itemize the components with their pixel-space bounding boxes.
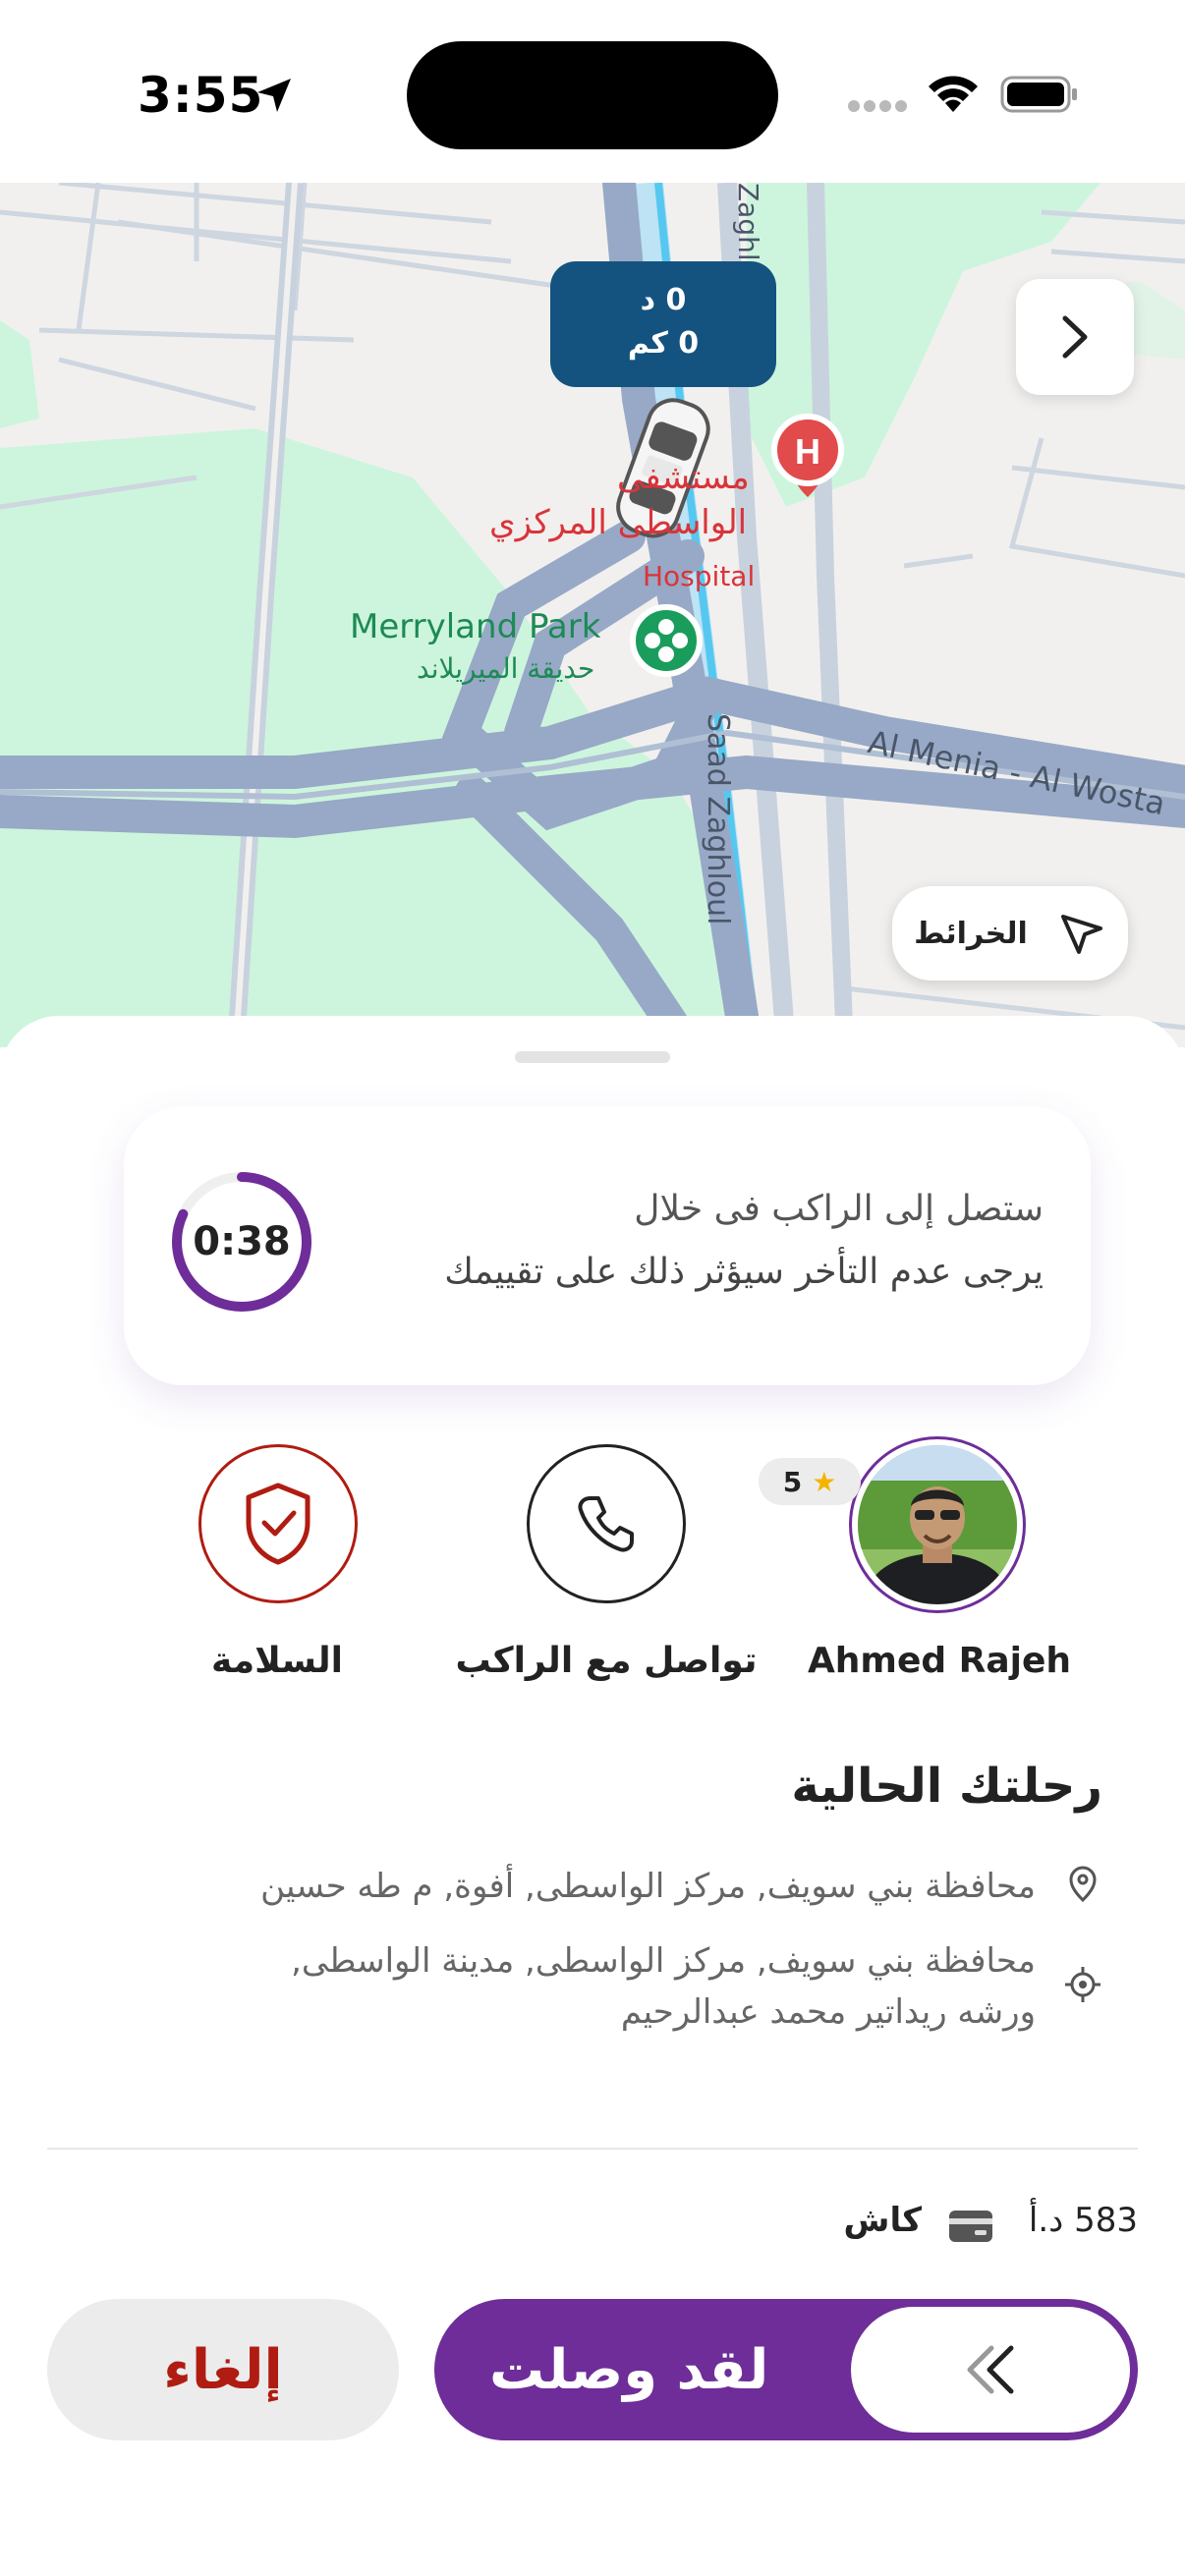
- map-view[interactable]: H مستشفى الواسطى المركزي Hospital Merryl…: [0, 183, 1185, 1047]
- pickup-pin-icon: [1069, 1866, 1097, 1903]
- section-divider: [47, 2148, 1138, 2150]
- eta-bubble: 0 د 0 كم: [550, 261, 776, 387]
- payment-card-icon: [949, 2211, 992, 2242]
- eta-distance: 0 كم: [627, 326, 700, 361]
- map-label-street-saad: Saad Zaghloul: [701, 713, 735, 925]
- sheet-drag-handle[interactable]: [515, 1051, 670, 1063]
- safety-button[interactable]: [198, 1444, 358, 1603]
- rider-rating: 5: [782, 1465, 803, 1498]
- map-label-hospital-en: Hospital: [643, 560, 756, 592]
- trip-price: 583 د.أ: [1028, 2201, 1138, 2240]
- dropoff-address-line1: محافظة بني سويف, مركز الواسطى, مدينة الو…: [291, 1941, 1036, 1981]
- chevron-right-icon: [1062, 315, 1088, 359]
- rider-rating-badge: 5 ★: [759, 1458, 861, 1505]
- dynamic-island: [407, 41, 778, 149]
- dropoff-address-line2: ورشه ريداتير محمد عبدالرحيم: [620, 1992, 1036, 2032]
- contact-rider-button[interactable]: [527, 1444, 686, 1603]
- eta-minutes: 0 د: [640, 283, 687, 317]
- map-next-button[interactable]: [1016, 279, 1134, 395]
- star-icon: ★: [812, 1465, 837, 1498]
- wifi-icon: [929, 76, 978, 112]
- map-label-hospital-ar-2: الواسطى المركزي: [489, 503, 748, 542]
- shield-check-icon: [246, 1483, 310, 1565]
- rider-avatar[interactable]: [849, 1436, 1026, 1613]
- location-arrow-icon: [257, 79, 291, 112]
- navigation-arrow-icon: [1060, 915, 1102, 954]
- countdown-text: 0:38: [193, 1219, 291, 1264]
- rider-photo: [858, 1445, 1017, 1604]
- status-time: 3:55: [138, 67, 264, 124]
- map-label-park-ar: حديقة الميريلاند: [417, 652, 595, 685]
- arrived-slider[interactable]: لقد وصلت: [434, 2299, 1138, 2440]
- maps-button-label: الخرائط: [914, 916, 1028, 951]
- svg-text:H: H: [795, 431, 820, 472]
- map-label-park-en: Merryland Park: [350, 607, 601, 646]
- current-trip-title: رحلتك الحالية: [791, 1759, 1102, 1814]
- double-chevron-left-icon: [967, 2345, 1014, 2394]
- arrived-label: لقد وصلت: [489, 2337, 769, 2402]
- contact-rider-label: تواصل مع الراكب: [455, 1641, 758, 1681]
- battery-icon: [1000, 76, 1077, 113]
- arrival-timer-card: 0:38 ستصل إلى الراكب فى خلال يرجى عدم ال…: [124, 1106, 1091, 1385]
- signal-dots-icon: [848, 100, 907, 112]
- rider-name: Ahmed Rajeh: [807, 1641, 1072, 1681]
- pickup-address: محافظة بني سويف, مركز الواسطى, أفوة, م ط…: [260, 1867, 1036, 1906]
- payment-method: كاش: [843, 2201, 922, 2240]
- destination-target-icon: [1065, 1967, 1100, 2002]
- status-bar: 3:55: [0, 0, 1185, 183]
- slider-knob[interactable]: [851, 2307, 1130, 2433]
- park-pin-icon: [630, 604, 703, 677]
- map-label-hospital-ar-1: مستشفى: [617, 458, 750, 497]
- arrival-message: ستصل إلى الراكب فى خلال: [634, 1189, 1044, 1229]
- delay-warning: يرجى عدم التأخر سيؤثر ذلك على تقييمك: [444, 1252, 1044, 1292]
- safety-label: السلامة: [211, 1641, 343, 1681]
- cancel-trip-button[interactable]: إلغاء: [47, 2299, 399, 2440]
- open-maps-button[interactable]: الخرائط: [892, 886, 1128, 980]
- phone-icon: [578, 1496, 634, 1552]
